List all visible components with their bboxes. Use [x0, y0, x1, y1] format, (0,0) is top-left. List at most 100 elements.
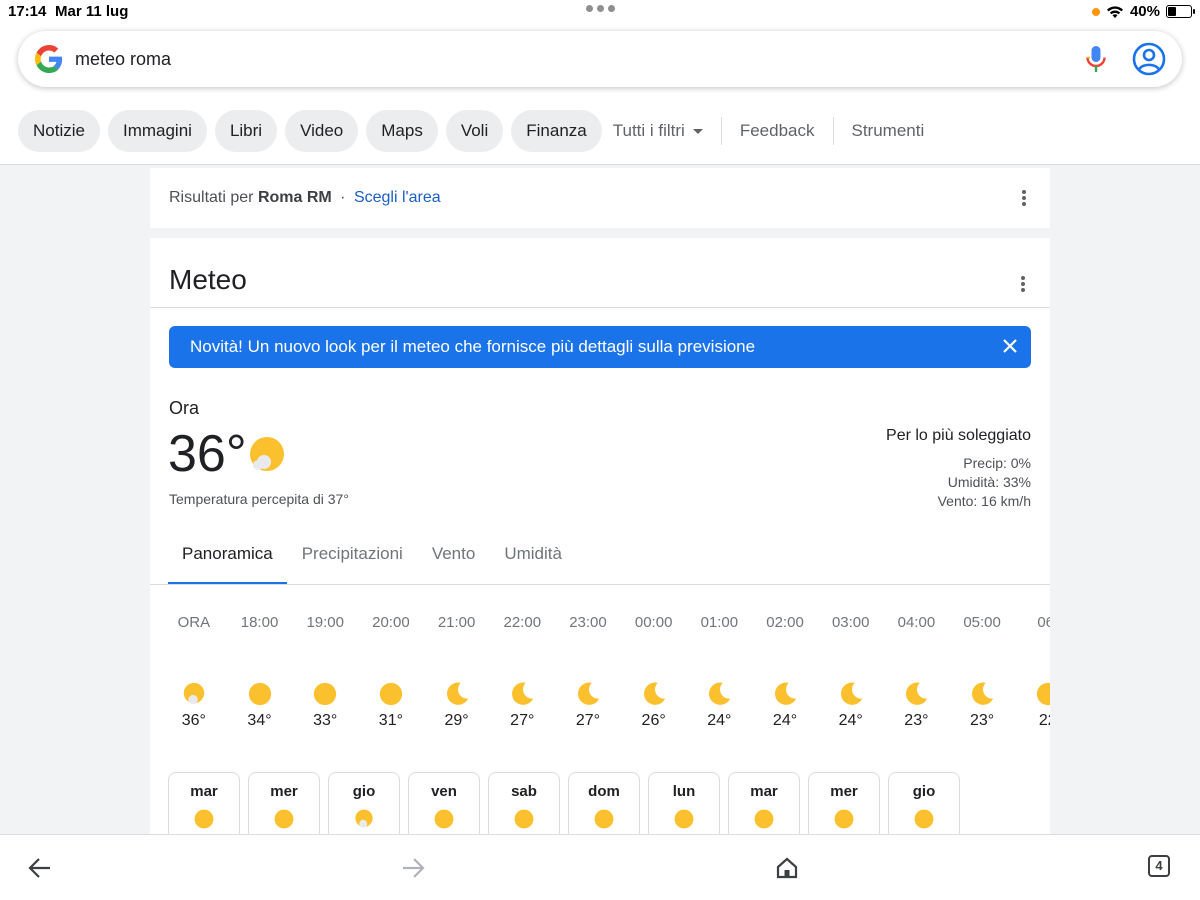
chip-flights[interactable]: Voli [445, 110, 504, 152]
search-input[interactable]: meteo roma [75, 49, 171, 70]
close-icon[interactable] [1001, 337, 1019, 355]
moon-icon [643, 682, 665, 705]
feedback-link[interactable]: Feedback [740, 110, 815, 152]
location-place: Roma RM [257, 189, 332, 206]
sun-icon [594, 809, 614, 829]
tabs-count-button[interactable]: 4 [1148, 855, 1170, 877]
hour-label: 00:00 [634, 614, 673, 631]
hour-temperature: 33° [313, 712, 338, 729]
daily-item[interactable]: gio [888, 772, 960, 834]
hour-label: ORA [177, 614, 211, 631]
moon-icon [775, 682, 797, 705]
status-date: Mar 11 lug [55, 3, 129, 20]
daily-item[interactable]: dom [568, 772, 640, 834]
hourly-item[interactable]: 03:00 24° [818, 614, 884, 730]
hour-label: 23:00 [569, 614, 607, 631]
caret-down-icon [692, 128, 703, 134]
hourly-item[interactable]: 01:00 24° [687, 614, 753, 730]
mic-in-use-indicator-icon [1091, 7, 1100, 16]
hourly-item[interactable]: 21:00 29° [424, 614, 490, 730]
tab-overview[interactable]: Panoramica [168, 534, 287, 585]
status-right: 40% [1091, 3, 1195, 20]
tab-wind[interactable]: Vento [418, 534, 490, 584]
new-look-banner[interactable]: Novità! Un nuovo look per il meteo che f… [169, 326, 1031, 368]
daily-item[interactable]: mer [248, 772, 320, 834]
all-filters-button[interactable]: Tutti i filtri [613, 110, 703, 152]
filter-chips: Notizie Immagini Libri Video Maps Voli F… [18, 110, 924, 152]
weather-card: Meteo Novità! Un nuovo look per il meteo… [150, 238, 1050, 834]
hourly-item[interactable]: 05:00 23° [949, 614, 1015, 730]
hour-label: 06: [1037, 614, 1050, 631]
battery-percent: 40% [1129, 3, 1160, 20]
hourly-item[interactable]: 19:00 33° [292, 614, 358, 730]
sun-icon [434, 809, 454, 829]
divider [150, 307, 1050, 308]
hour-label: 03:00 [831, 614, 870, 631]
search-bar[interactable]: meteo roma [18, 31, 1182, 87]
daily-item[interactable]: gio [328, 772, 400, 834]
daily-item[interactable]: mer [808, 772, 880, 834]
hourly-item[interactable]: 04:00 23° [884, 614, 950, 730]
hourly-item[interactable]: 23:00 27° [555, 614, 621, 730]
home-icon[interactable] [775, 857, 799, 879]
day-label: lun [672, 783, 696, 800]
moon-icon [577, 682, 600, 705]
moon-icon [840, 682, 862, 705]
hourly-item[interactable]: 22:00 27° [489, 614, 555, 730]
tools-button[interactable]: Strumenti [852, 110, 925, 152]
hour-temperature: 24° [707, 712, 732, 729]
hour-temperature: 23° [904, 712, 929, 729]
day-label: mar [750, 783, 778, 800]
weather-title: Meteo [169, 264, 247, 295]
day-label: gio [912, 783, 936, 800]
hour-label: 21:00 [437, 614, 476, 631]
sun-icon [834, 809, 854, 829]
hourly-item[interactable]: 20:00 31° [358, 614, 424, 730]
location-separator: · [340, 189, 346, 206]
choose-area-link[interactable]: Scegli l'area [354, 189, 441, 206]
precipitation: Precip: 0% [963, 455, 1031, 471]
hourly-item[interactable]: ORA 36° [161, 614, 227, 730]
chip-maps[interactable]: Maps [366, 110, 438, 152]
daily-item[interactable]: lun [648, 772, 720, 834]
hour-temperature: 22 [1038, 712, 1050, 729]
account-icon[interactable] [1132, 42, 1166, 76]
chip-books[interactable]: Libri [214, 110, 278, 152]
moon-icon [906, 682, 928, 705]
daily-item[interactable]: mar [728, 772, 800, 834]
partly-sunny-icon [183, 682, 205, 705]
chip-finance[interactable]: Finanza [511, 110, 602, 152]
sun-icon [274, 809, 294, 829]
hour-label: 02:00 [766, 614, 804, 631]
chip-news[interactable]: Notizie [18, 110, 100, 152]
daily-item[interactable]: ven [408, 772, 480, 834]
moon-icon [972, 682, 994, 705]
sun-icon [194, 809, 214, 829]
sun-icon [379, 682, 403, 706]
multitasking-dots-icon[interactable] [586, 5, 615, 12]
hourly-item[interactable]: 00:00 26° [621, 614, 687, 730]
chip-images[interactable]: Immagini [107, 110, 207, 152]
daily-item[interactable]: sab [488, 772, 560, 834]
moon-icon [709, 682, 731, 705]
hour-temperature: 23° [969, 712, 995, 729]
chip-video[interactable]: Video [285, 110, 359, 152]
more-options-icon[interactable] [1022, 190, 1026, 208]
divider [832, 117, 834, 145]
hourly-item[interactable]: 06: 22 [1015, 614, 1050, 730]
mic-icon[interactable] [1085, 45, 1107, 73]
hour-label: 22:00 [503, 614, 542, 631]
tab-humidity[interactable]: Umidità [490, 534, 576, 584]
day-label: sab [511, 783, 537, 800]
forward-icon[interactable] [401, 857, 425, 879]
status-time: 17:14 [8, 3, 47, 20]
back-icon[interactable] [28, 857, 52, 879]
tab-precipitation[interactable]: Precipitazioni [288, 534, 417, 584]
daily-item[interactable]: mar [168, 772, 240, 834]
location-prefix: Risultati per [169, 189, 254, 206]
hour-label: 19:00 [306, 614, 344, 631]
hourly-item[interactable]: 18:00 34° [227, 614, 293, 730]
weather-more-options-icon[interactable] [1021, 276, 1025, 294]
hourly-item[interactable]: 02:00 24° [752, 614, 818, 730]
sun-icon [754, 809, 774, 829]
